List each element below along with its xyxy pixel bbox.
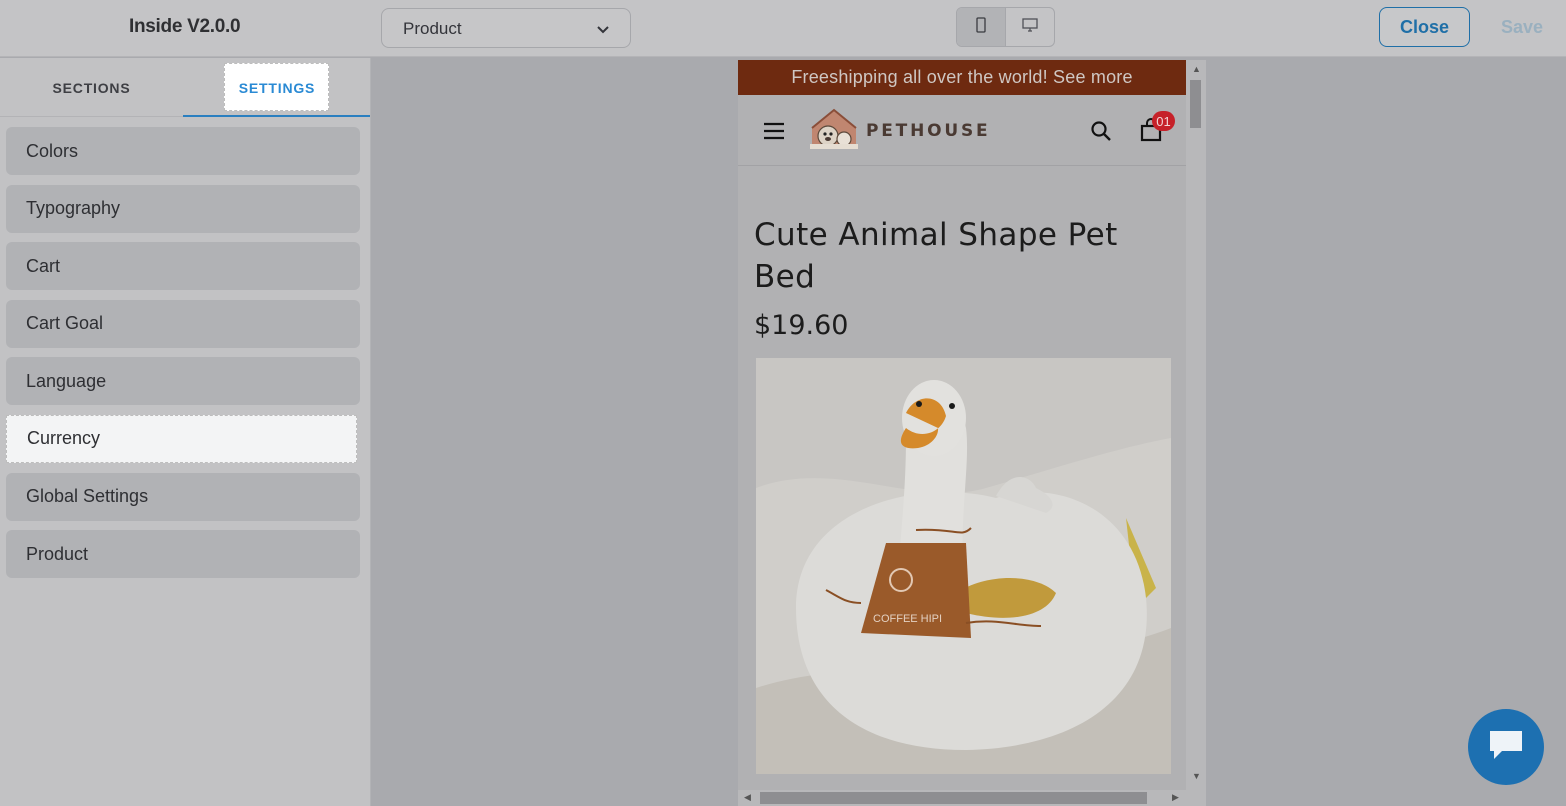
scroll-down-icon[interactable]: ▼	[1192, 771, 1201, 781]
product-title: Cute Animal Shape Pet Bed	[754, 217, 1118, 295]
desktop-view-button[interactable]	[1006, 8, 1054, 46]
app-title: Inside V2.0.0	[129, 16, 241, 37]
product-price: $19.60	[754, 310, 849, 341]
cart-count-badge: 01	[1152, 111, 1175, 131]
sidebar-tabs: SECTIONS SETTINGS	[0, 58, 370, 117]
tab-settings-label: SETTINGS	[223, 62, 330, 111]
settings-item-colors[interactable]: Colors	[6, 127, 360, 175]
settings-item-language[interactable]: Language	[6, 357, 360, 406]
save-button[interactable]: Save	[1482, 7, 1562, 47]
announcement-bar[interactable]: Freeshipping all over the world! See mor…	[738, 60, 1186, 95]
page-select-value: Product	[403, 19, 462, 38]
settings-menu: Colors Typography Cart Cart Goal Languag…	[6, 127, 360, 588]
settings-item-currency[interactable]: Currency	[6, 414, 357, 463]
desktop-icon	[1021, 17, 1039, 38]
chat-button[interactable]	[1468, 709, 1544, 785]
settings-item-cart-goal[interactable]: Cart Goal	[6, 299, 360, 348]
search-icon[interactable]	[1090, 120, 1112, 147]
settings-item-global-settings[interactable]: Global Settings	[6, 472, 360, 521]
settings-sidebar: SECTIONS SETTINGS Colors Typography Cart…	[0, 58, 371, 806]
hamburger-icon[interactable]	[763, 122, 785, 145]
chat-icon	[1486, 727, 1526, 768]
scroll-left-icon[interactable]: ◀	[744, 792, 751, 803]
preview-horizontal-scrollbar[interactable]: ◀ ▶	[738, 790, 1206, 806]
brand-name: PETHOUSE	[866, 120, 991, 141]
top-bar: Inside V2.0.0 Product Close Save	[0, 0, 1566, 57]
scroll-right-icon[interactable]: ▶	[1172, 792, 1179, 803]
settings-item-product[interactable]: Product	[6, 530, 360, 579]
tab-sections[interactable]: SECTIONS	[0, 58, 183, 117]
pethouse-logo-icon	[808, 106, 860, 155]
close-button[interactable]: Close	[1379, 7, 1470, 47]
vertical-scroll-thumb[interactable]	[1190, 80, 1201, 128]
preview-vertical-scrollbar[interactable]: ▲ ▼	[1186, 60, 1206, 791]
store-logo[interactable]: PETHOUSE	[808, 106, 990, 155]
scroll-up-icon[interactable]: ▲	[1192, 64, 1201, 74]
device-toggle	[956, 7, 1055, 47]
page-type-select[interactable]: Product	[381, 8, 631, 48]
product-image[interactable]: COFFEE HIPI	[756, 358, 1171, 774]
tab-settings[interactable]: SETTINGS	[183, 58, 370, 117]
mobile-view-button[interactable]	[957, 8, 1006, 46]
settings-item-cart[interactable]: Cart	[6, 242, 360, 291]
settings-item-typography[interactable]: Typography	[6, 184, 360, 233]
horizontal-scroll-thumb[interactable]	[760, 792, 1147, 804]
apron-text: COFFEE HIPI	[873, 613, 942, 625]
store-preview: Freeshipping all over the world! See mor…	[738, 60, 1186, 806]
mobile-icon	[975, 16, 987, 38]
chevron-down-icon	[596, 22, 610, 41]
